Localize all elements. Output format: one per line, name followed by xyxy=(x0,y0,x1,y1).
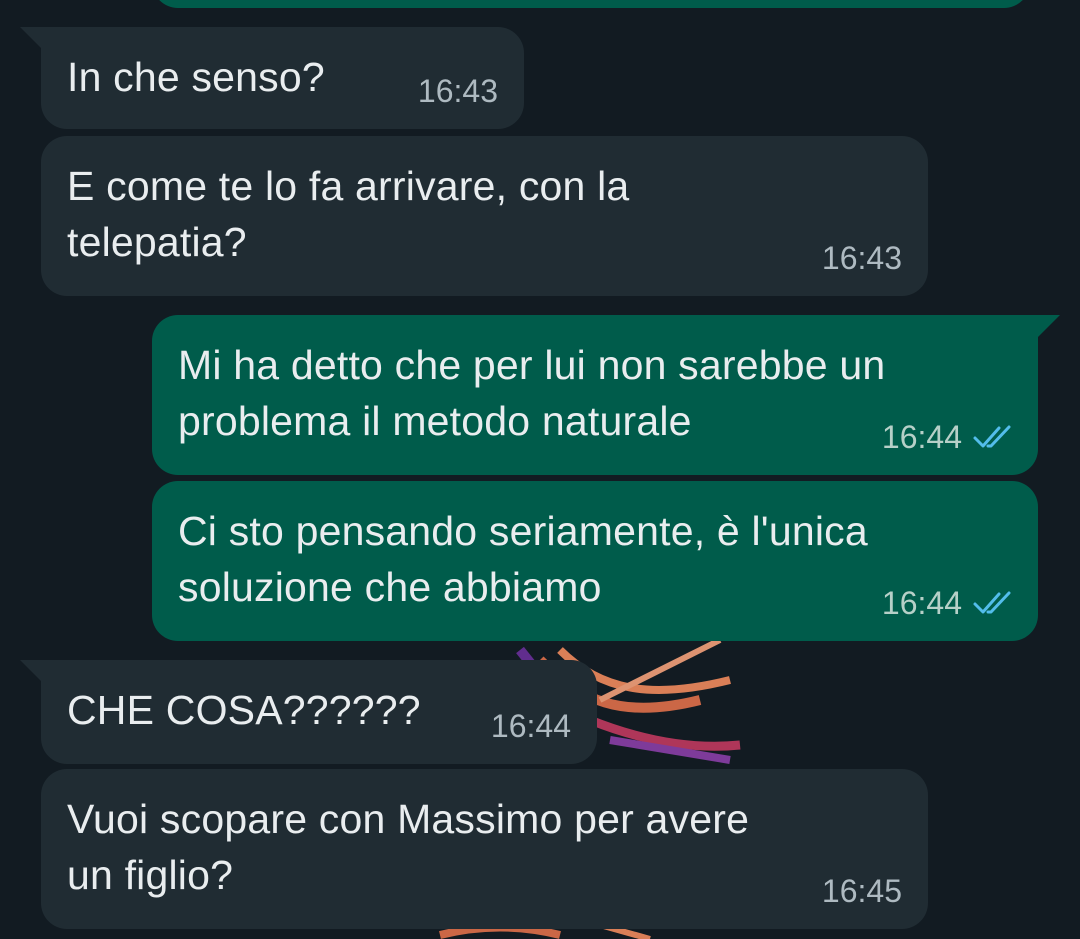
message-time: 16:44 xyxy=(490,708,571,744)
message-time: 16:43 xyxy=(417,73,498,109)
message-bubble-incoming[interactable]: E come te lo fa arrivare, con la telepat… xyxy=(41,136,928,296)
message-text: In che senso? xyxy=(67,54,325,100)
message-bubble-incoming[interactable]: In che senso? 16:43 xyxy=(41,27,524,129)
message-bubble-partial[interactable] xyxy=(152,0,1030,8)
message-time: 16:44 xyxy=(881,419,962,455)
double-check-read-icon xyxy=(972,423,1016,451)
message-text: Vuoi scopare con Massimo per avere un fi… xyxy=(67,796,750,898)
message-time: 16:44 xyxy=(881,585,962,621)
message-time: 16:45 xyxy=(821,873,902,909)
message-bubble-outgoing[interactable]: Mi ha detto che per lui non sarebbe un p… xyxy=(152,315,1038,475)
message-bubble-incoming[interactable]: Vuoi scopare con Massimo per avere un fi… xyxy=(41,769,928,929)
message-text: Mi ha detto che per lui non sarebbe un p… xyxy=(178,342,886,444)
double-check-read-icon xyxy=(972,589,1016,617)
message-meta: 16:43 xyxy=(822,238,902,278)
chat-view[interactable]: In che senso? 16:43 E come te lo fa arri… xyxy=(0,0,1080,939)
message-meta: 16:44 xyxy=(882,583,1016,623)
message-text: CHE COSA?????? xyxy=(67,687,421,733)
message-text: Ci sto pensando seriamente, è l'unica so… xyxy=(178,508,868,610)
message-meta: 16:44 xyxy=(882,417,1016,457)
message-meta: 16:45 xyxy=(822,871,902,911)
message-meta: 16:43 xyxy=(418,71,498,111)
message-meta: 16:44 xyxy=(491,706,571,746)
message-bubble-outgoing[interactable]: Ci sto pensando seriamente, è l'unica so… xyxy=(152,481,1038,641)
message-time: 16:43 xyxy=(821,240,902,276)
message-text: E come te lo fa arrivare, con la telepat… xyxy=(67,163,630,265)
message-bubble-incoming[interactable]: CHE COSA?????? 16:44 xyxy=(41,660,597,764)
